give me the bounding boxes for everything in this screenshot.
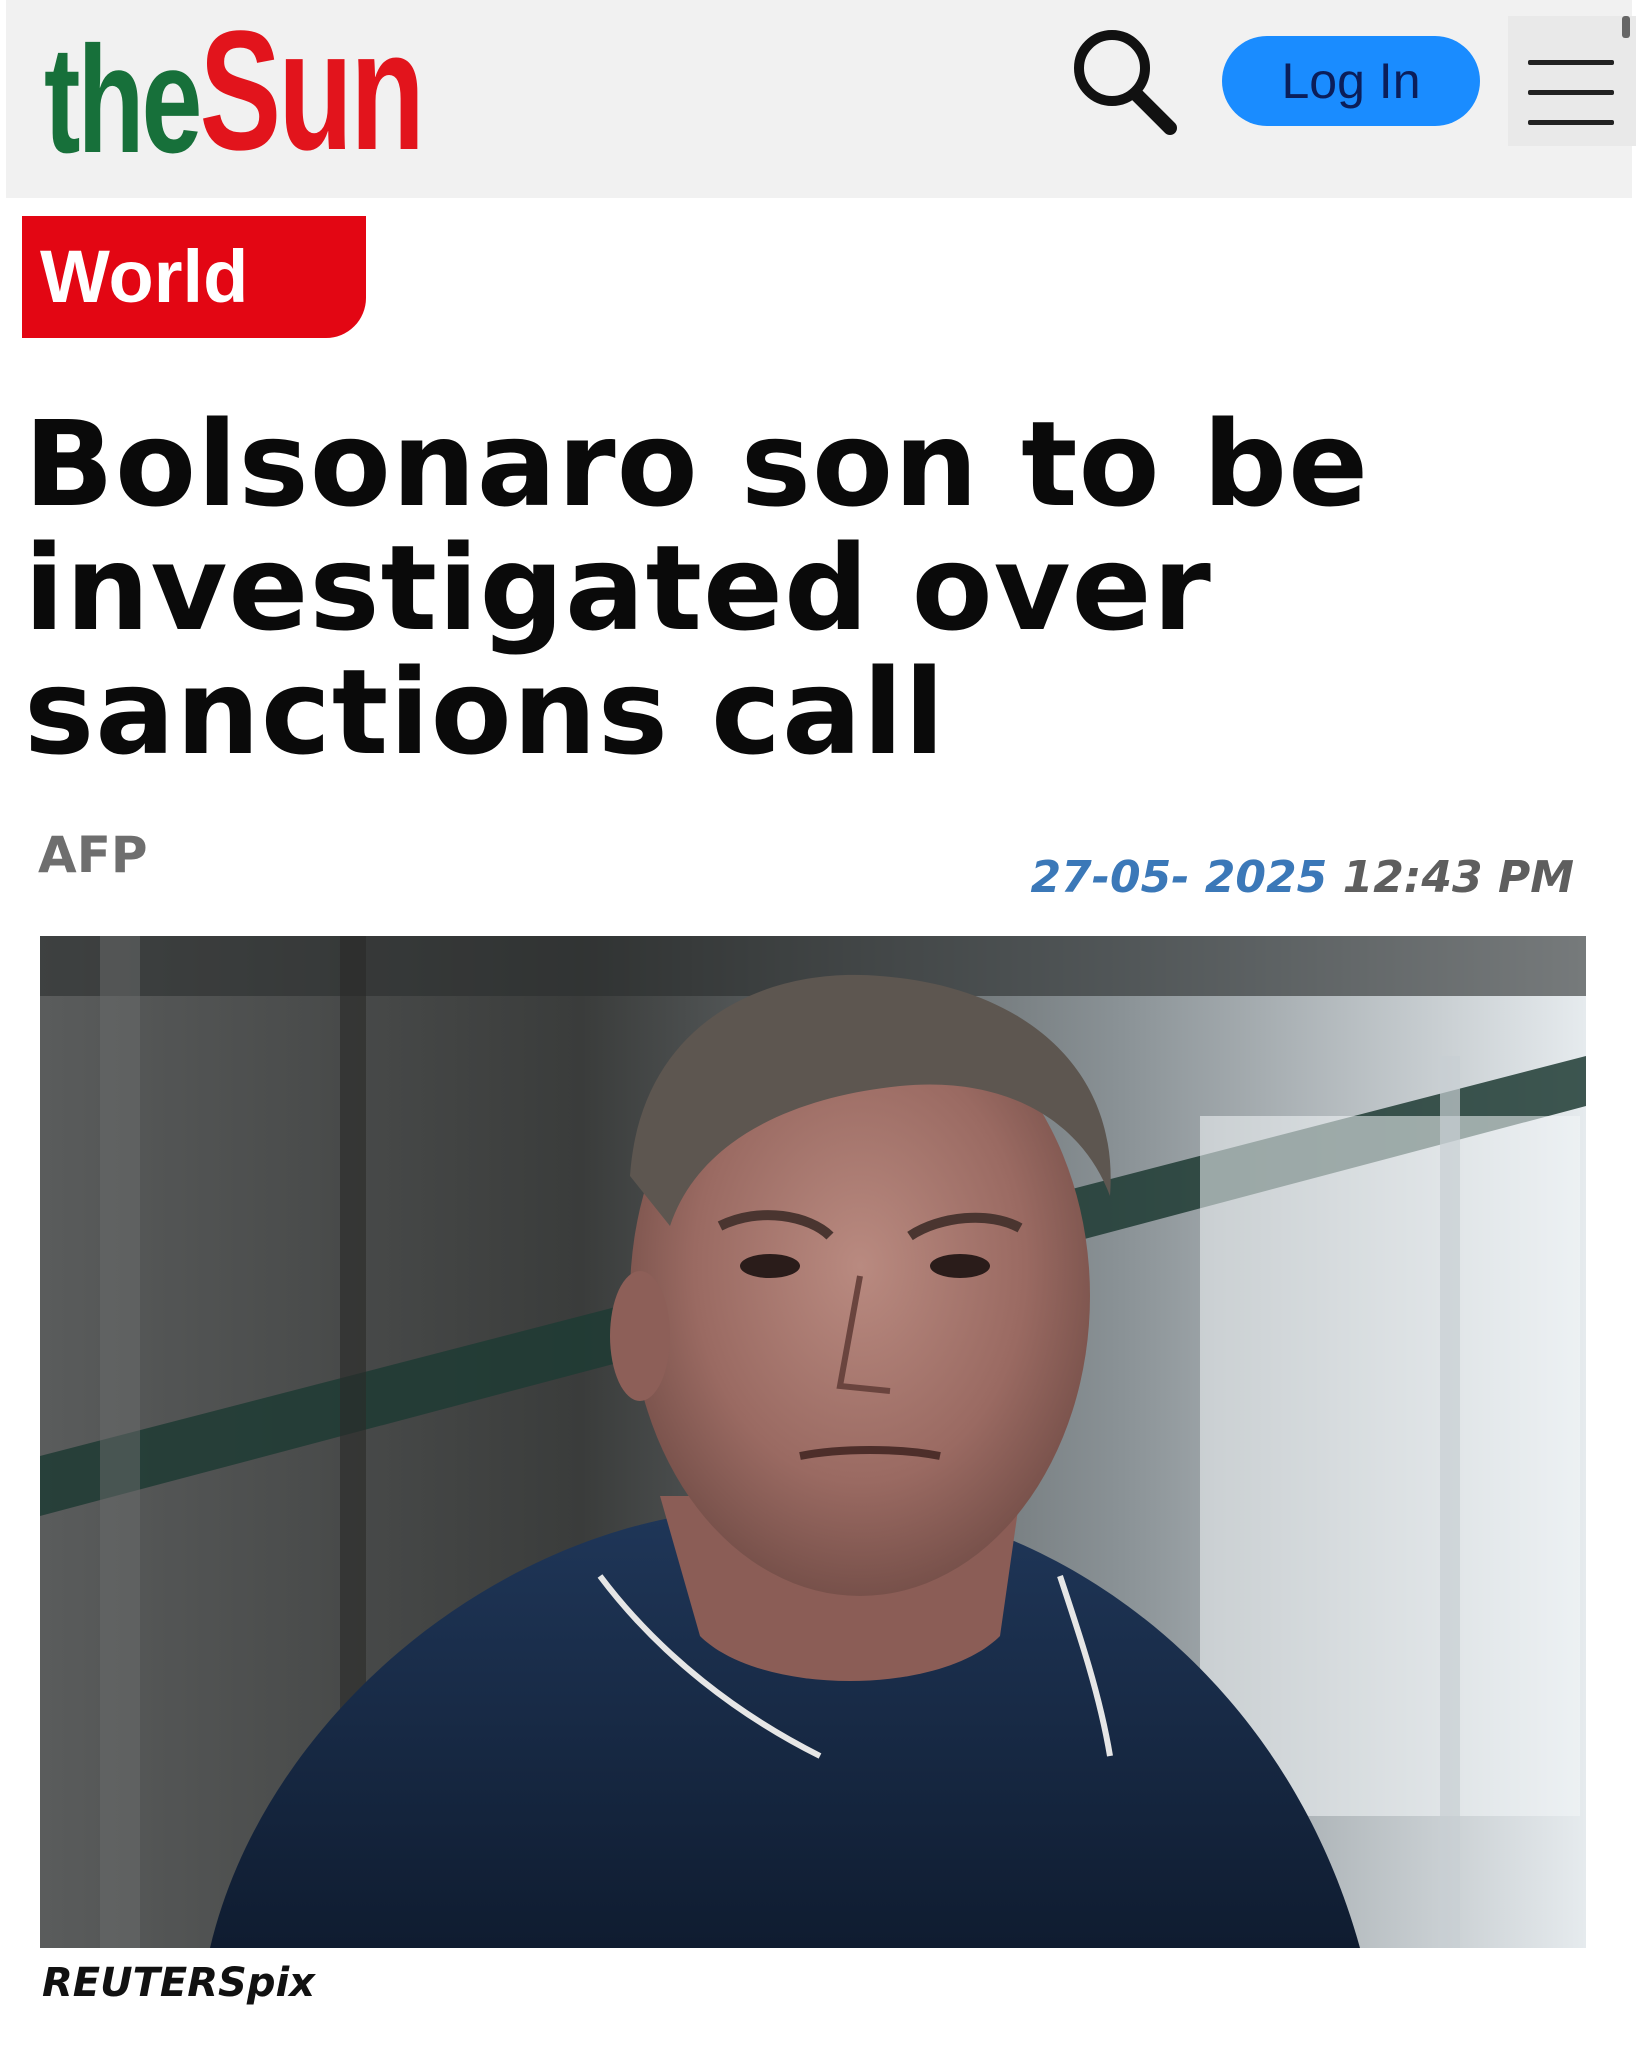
scroll-indicator (1622, 16, 1630, 38)
article-date: 27-05- 2025 (1030, 852, 1328, 903)
site-logo[interactable]: the Sun (44, 0, 425, 186)
menu-button[interactable] (1508, 16, 1636, 146)
article-byline: AFP (38, 826, 148, 884)
article-time: 12:43 PM (1342, 852, 1574, 903)
photo-credit: REUTERSpix (42, 1960, 315, 2006)
portrait-illustration (40, 936, 1586, 1948)
article-headline: Bolsonaro son to be investigated over sa… (24, 395, 1370, 781)
logo-the-text: the (44, 15, 202, 185)
section-tag-world[interactable]: World (22, 216, 366, 338)
search-button[interactable] (1062, 22, 1182, 142)
article-photo (40, 936, 1586, 1948)
site-header: the Sun Log In (6, 0, 1636, 198)
search-icon (1074, 30, 1177, 135)
logo-sun-text: Sun (199, 0, 425, 186)
article-timestamp: 27-05- 2025 12:43 PM (1030, 852, 1574, 903)
login-button[interactable]: Log In (1222, 36, 1480, 126)
